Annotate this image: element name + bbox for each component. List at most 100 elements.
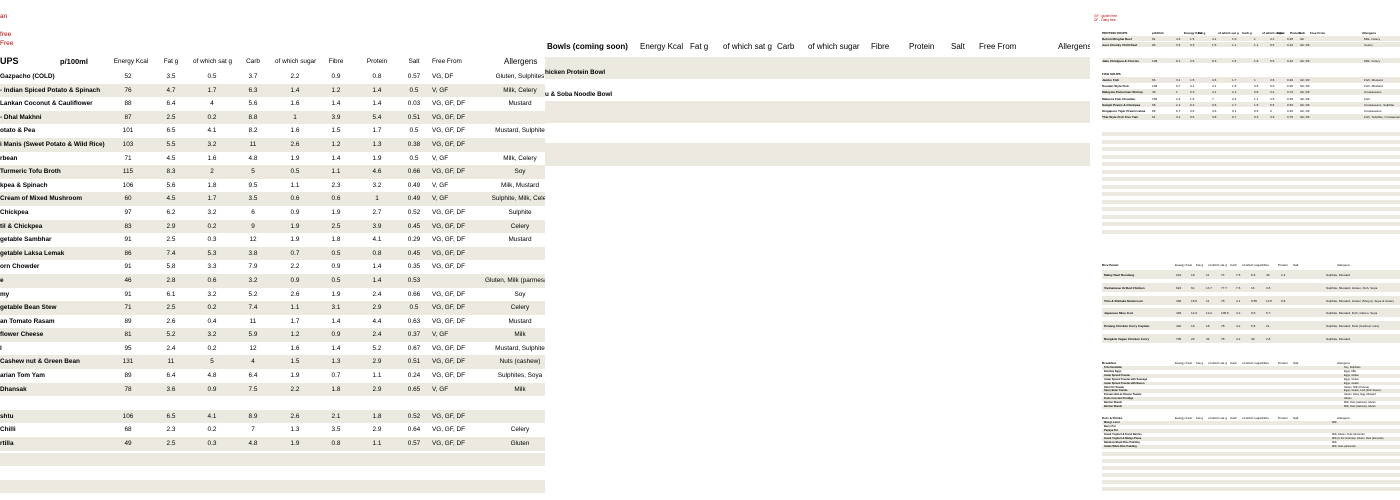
row-value: 66 xyxy=(1152,78,1156,82)
row-value: 3.5 xyxy=(1176,43,1181,47)
cell-carb: 7.5 xyxy=(248,385,258,393)
row-band xyxy=(1102,480,1400,484)
header-cell: Allergens xyxy=(1337,361,1350,365)
row-value: 39 xyxy=(1251,337,1255,341)
row-allergens: Milk xyxy=(1332,441,1337,444)
row-value: 4.6 xyxy=(1212,109,1217,113)
cell-fat: 2.6 xyxy=(166,317,176,325)
cell-carb: 3.8 xyxy=(248,249,258,257)
legend-df: DF - Dairy free xyxy=(1094,18,1116,22)
cell-protein: 1.4 xyxy=(372,100,382,108)
cell-protein: 2.9 xyxy=(372,358,382,366)
cell-salt: 0.5 xyxy=(409,127,419,135)
row-name: Vietnamese Grilled Chicken xyxy=(1104,285,1145,290)
cell-sat: 1.8 xyxy=(207,181,217,189)
cell-sugar: 1.3 xyxy=(290,426,300,434)
row-allergens: Milk, Celery xyxy=(1364,37,1381,41)
cell-carb: 9.5 xyxy=(248,181,258,189)
header-cell: Allergens xyxy=(1337,416,1350,420)
header-cell: Protein xyxy=(1278,416,1288,420)
cell-sat: 4.8 xyxy=(207,372,217,380)
cell-fat: 4.5 xyxy=(166,195,176,203)
header-cell: Fibre xyxy=(1277,31,1285,35)
cell-name: an Tomato Rasam xyxy=(0,317,55,325)
cell-name: rtilla xyxy=(0,440,14,448)
cell-carb: 8.8 xyxy=(248,113,258,121)
cell-free: VG, GF, DF xyxy=(432,344,466,352)
cell-fibre: 0.5 xyxy=(331,249,341,257)
row-allergens: Milk (in the Granola), Gluten, Nuts (alm… xyxy=(1332,437,1384,440)
row-band xyxy=(1102,199,1400,204)
cell-kcal: 88 xyxy=(124,100,132,108)
cell-allergens: Mustard xyxy=(508,317,532,325)
cell-kcal: 78 xyxy=(124,385,132,393)
cell-free: V, GF xyxy=(432,195,449,203)
cell-sat: 3.2 xyxy=(207,208,217,216)
row-value: 0.5 xyxy=(1254,109,1259,113)
row-value: 6.7 xyxy=(1176,109,1181,113)
row-value: 15.6 xyxy=(1191,298,1198,303)
cell-protein: 1.7 xyxy=(372,127,382,135)
cell-carb: 5 xyxy=(251,168,255,176)
table-row: getable Bean Stew 71 2.5 0.2 7.4 1.1 3.1 2.9 0.5… xyxy=(0,301,545,315)
cell-sugar: 0.5 xyxy=(290,168,300,176)
cell-carb: 3.2 xyxy=(248,276,258,284)
row-value: 8.3 xyxy=(1212,59,1217,63)
cell-salt: 0.57 xyxy=(407,440,421,448)
cell-name: i Manis (Sweet Potato & Wild Rice) xyxy=(0,140,105,148)
row-name: Singapore Tiger Prawn Laksa xyxy=(1102,109,1146,113)
col-sugar: of which sugar xyxy=(275,58,317,65)
cell-fibre: 0.5 xyxy=(331,276,341,284)
cell-salt: 0.45 xyxy=(407,249,421,257)
col-free-from: Free From xyxy=(432,58,462,65)
cell-allergens: Celery xyxy=(510,304,530,312)
row-value: 2.1 xyxy=(1232,90,1237,95)
cell-sat: 0.5 xyxy=(207,73,217,80)
header-cell: of which sat g xyxy=(1208,263,1227,267)
cell-sat: 0.2 xyxy=(207,304,217,312)
cell-name: flower Cheese xyxy=(0,331,44,339)
cell-salt: 0.66 xyxy=(407,168,421,176)
cell-sugar: 1.2 xyxy=(290,331,300,339)
row-value: 29 xyxy=(1191,337,1195,341)
cell-carb: 11 xyxy=(249,317,257,325)
cell-allergens: Gluten, Milk (parmesan), xyxy=(485,276,545,284)
row-value: 34 xyxy=(1206,337,1210,341)
row-allergens: Gluten xyxy=(1344,397,1352,401)
row-value: 436 xyxy=(1176,298,1182,303)
cell-sat: 4 xyxy=(210,100,214,108)
row-allergens: Eggs, Gluten xyxy=(1344,381,1359,385)
col-carb: Carb xyxy=(777,42,795,51)
cell-kcal: 101 xyxy=(122,127,134,135)
row-band xyxy=(1102,42,1400,47)
cell-salt: 0.24 xyxy=(407,372,421,380)
cell-carb: 12 xyxy=(249,344,257,352)
row-value: 1.5 xyxy=(1232,37,1237,41)
cell-fibre: 0.7 xyxy=(331,372,341,380)
cell-fat: 2.9 xyxy=(166,222,176,230)
row-value: 61 xyxy=(1191,285,1195,290)
section-title: UPS xyxy=(0,56,19,66)
cell-fat: 5.6 xyxy=(166,181,176,189)
cell-fibre: 1.9 xyxy=(331,290,341,298)
cell-free: VG, GF, DF xyxy=(432,358,466,366)
legend-line: an xyxy=(0,13,8,20)
cell-salt: 0.64 xyxy=(407,426,421,434)
row-value: 0.44 xyxy=(1287,43,1294,47)
cell-free: VG, GF, DF xyxy=(432,100,466,108)
cell-sugar: 1.1 xyxy=(290,181,300,189)
row-band xyxy=(1102,184,1400,189)
row-name: Malaysia Fisherman Shrimp xyxy=(1102,90,1143,95)
row-value: 74 xyxy=(1221,273,1225,277)
cell-protein: 3.2 xyxy=(372,181,382,189)
cell-free: VG, GF, DF xyxy=(432,168,466,176)
cell-carb: 8.2 xyxy=(248,127,258,135)
row-value: 0.8 xyxy=(1281,298,1286,303)
row-value: 6.9 xyxy=(1270,84,1275,89)
cell-fat: 8.3 xyxy=(166,168,176,176)
row-allergens: Sulphite, Mustard, Gluten, Fish, Soya xyxy=(1326,285,1378,290)
row-allergens: Sulphite, Mustard, xyxy=(1326,337,1351,341)
row-name: Jambo Fish xyxy=(1102,78,1120,82)
row-allergens: Milk, Gluten, Nuts (almonds) xyxy=(1332,433,1365,436)
row-value: 0.1 xyxy=(1232,109,1237,113)
